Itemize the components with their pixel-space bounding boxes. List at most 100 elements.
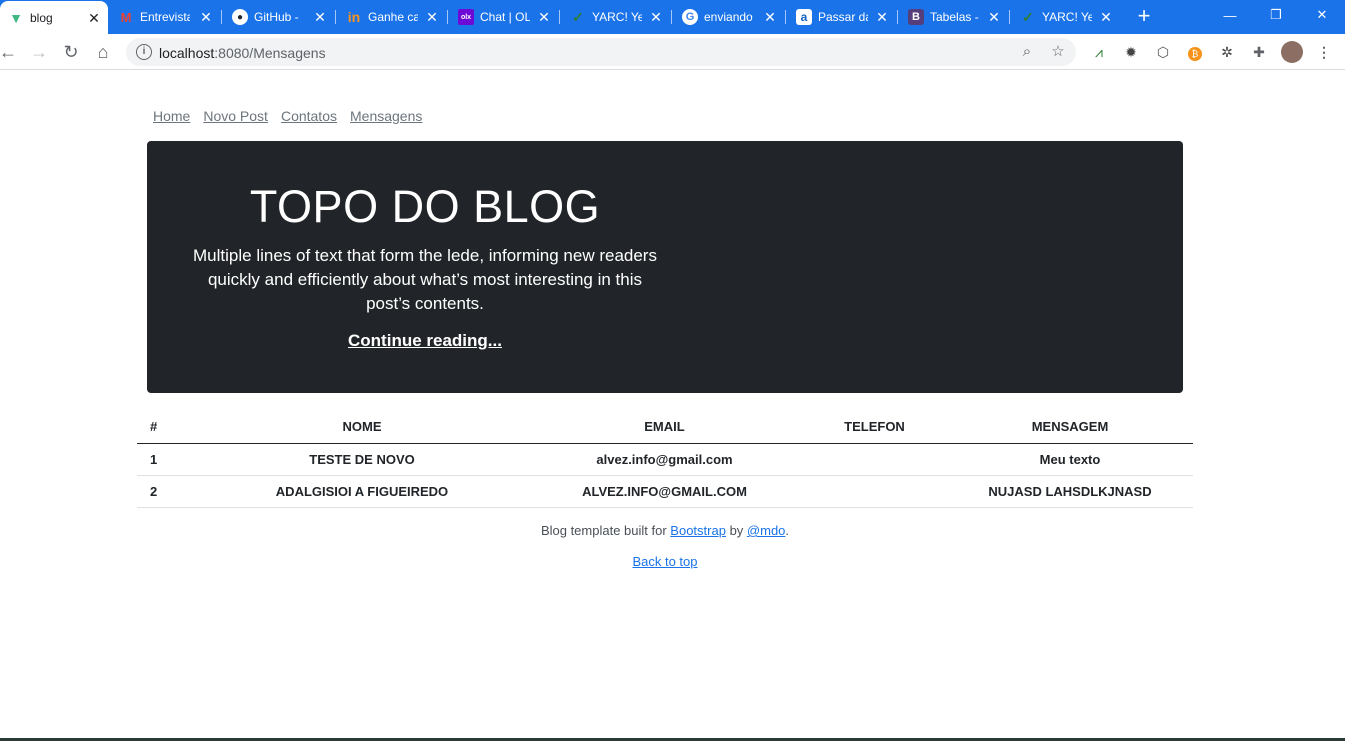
table-row: 2 ADALGISIOI A FIGUEIREDO ALVEZ.INFO@GMA… [137,475,1193,508]
cell-telefon [802,475,947,508]
close-icon[interactable]: ✕ [874,9,890,25]
url-text[interactable]: localhost:8080/Mensagens [159,45,326,61]
indeed-icon: in [347,9,361,25]
continue-reading-link[interactable]: Continue reading... [147,331,703,351]
tab-title: Chat | OL [480,10,530,24]
cell-nome: TESTE DE NOVO [197,443,527,476]
close-icon[interactable]: ✕ [312,9,328,25]
yarc-icon: ✓ [1022,8,1034,25]
github-icon: ● [232,9,248,25]
tab-yarc-1[interactable]: ✓ YARC! Ye ✕ [562,0,670,34]
cell-nome: ADALGISIOI A FIGUEIREDO [197,475,527,508]
footer-suffix: . [785,523,790,538]
close-icon[interactable]: ✕ [986,9,1002,25]
tab-title: Tabelas - [930,10,979,24]
home-button[interactable]: ⌂ [91,40,115,64]
tab-passar[interactable]: a Passar da ✕ [788,0,896,34]
new-tab-button[interactable]: + [1134,5,1154,27]
close-icon[interactable]: ✕ [424,9,440,25]
site-info-icon[interactable]: i [136,44,152,60]
minimize-button[interactable]: — [1207,0,1253,30]
restore-button[interactable]: ❐ [1253,0,1299,30]
vue-icon: ▼ [9,10,23,26]
tab-enviando[interactable]: G enviando ✕ [674,0,784,34]
nav-mensagens[interactable]: Mensagens [350,108,422,124]
puzzle-extensions-icon[interactable]: ✚ [1250,43,1268,61]
tab-title: Passar da [818,10,868,24]
tab-title: blog [30,11,53,25]
forward-button[interactable]: → [27,40,51,64]
tab-entrevista[interactable]: M Entrevista ✕ [110,0,220,34]
cell-id: 2 [137,475,197,508]
zoom-icon[interactable]: ⌕ [1018,43,1036,61]
col-mensagem: MENSAGEM [947,411,1193,444]
yarc-icon: ✓ [572,8,584,25]
cell-email: ALVEZ.INFO@GMAIL.COM [527,475,802,508]
footer-by: by [725,523,747,538]
olx-icon: olx [458,9,474,25]
tab-github[interactable]: ● GitHub - ✕ [224,0,334,34]
cell-telefon [802,443,947,476]
col-id: # [137,411,197,444]
col-nome: NOME [197,411,527,444]
tab-ganhe[interactable]: in Ganhe ca ✕ [338,0,446,34]
profile-avatar[interactable] [1281,41,1303,63]
close-icon[interactable]: ✕ [648,9,664,25]
close-icon[interactable]: ✕ [536,9,552,25]
back-to-top: Back to top [0,554,1330,569]
back-to-top-link[interactable]: Back to top [632,554,697,569]
tab-title: Ganhe ca [368,10,418,24]
cube-extension-icon[interactable]: ⬡ [1154,43,1172,61]
top-nav: Home Novo Post Contatos Mensagens [153,108,422,124]
yarc-extension-icon[interactable]: ⩘ [1090,43,1108,61]
google-icon: G [682,9,698,25]
tab-tabelas[interactable]: B Tabelas - ✕ [900,0,1008,34]
tab-title: GitHub - [254,10,299,24]
bootstrap-link[interactable]: Bootstrap [670,523,726,538]
bootstrap-icon: B [908,9,924,25]
close-icon[interactable]: ✕ [86,10,102,26]
address-bar[interactable]: i localhost:8080/Mensagens ⌕ ☆ [126,38,1076,66]
table-header-row: # NOME EMAIL TELEFON MENSAGEM [137,411,1193,444]
bitcoin-extension-icon[interactable]: ₿ [1186,43,1204,61]
cell-mensagem: NUJASD LAHSDLKJNASD [947,475,1193,508]
a-icon: a [796,9,812,25]
tab-title: YARC! Ye [1042,10,1092,24]
tab-strip: ▼ blog ✕ M Entrevista ✕ ● GitHub - ✕ in … [0,0,1345,34]
hero-title: TOPO DO BLOG [249,181,601,232]
tab-chat-olx[interactable]: olx Chat | OL ✕ [450,0,558,34]
table-row: 1 TESTE DE NOVO alvez.info@gmail.com Meu… [137,443,1193,476]
tab-yarc-2[interactable]: ✓ YARC! Ye ✕ [1012,0,1120,34]
footer-text: Blog template built for Bootstrap by @md… [0,523,1330,538]
close-window-button[interactable]: ✕ [1299,0,1345,30]
close-icon[interactable]: ✕ [1098,9,1114,25]
nav-home[interactable]: Home [153,108,190,124]
cell-id: 1 [137,443,197,476]
bookmark-star-icon[interactable]: ☆ [1049,43,1067,61]
tab-title: enviando [704,10,753,24]
tab-blog[interactable]: ▼ blog ✕ [0,1,108,34]
page-content: Home Novo Post Contatos Mensagens TOPO D… [0,71,1345,741]
messages-table: # NOME EMAIL TELEFON MENSAGEM 1 TESTE DE… [137,411,1193,508]
nav-novo-post[interactable]: Novo Post [203,108,268,124]
nav-contatos[interactable]: Contatos [281,108,337,124]
footer-prefix: Blog template built for [540,523,671,538]
tab-title: YARC! Ye [592,10,642,24]
browser-toolbar: ← → ↻ ⌂ i localhost:8080/Mensagens ⌕ ☆ ⩘… [0,34,1345,70]
close-icon[interactable]: ✕ [198,9,214,25]
reload-button[interactable]: ↻ [59,40,83,64]
gmail-icon: M [120,9,132,25]
close-icon[interactable]: ✕ [762,9,778,25]
cell-mensagem: Meu texto [947,443,1193,476]
bug-extension-icon[interactable]: ✲ [1218,43,1236,61]
hero-lede: Multiple lines of text that form the led… [193,246,657,313]
author-link[interactable]: @mdo [747,523,786,538]
menu-kebab-icon[interactable]: ⋮ [1315,43,1333,61]
col-telefon: TELEFON [802,411,947,444]
gear-extension-icon[interactable]: ✹ [1122,43,1140,61]
hero-jumbotron: TOPO DO BLOG Multiple lines of text that… [147,141,1183,393]
col-email: EMAIL [527,411,802,444]
tab-title: Entrevista [140,10,190,24]
cell-email: alvez.info@gmail.com [527,443,802,476]
back-button[interactable]: ← [0,40,20,64]
